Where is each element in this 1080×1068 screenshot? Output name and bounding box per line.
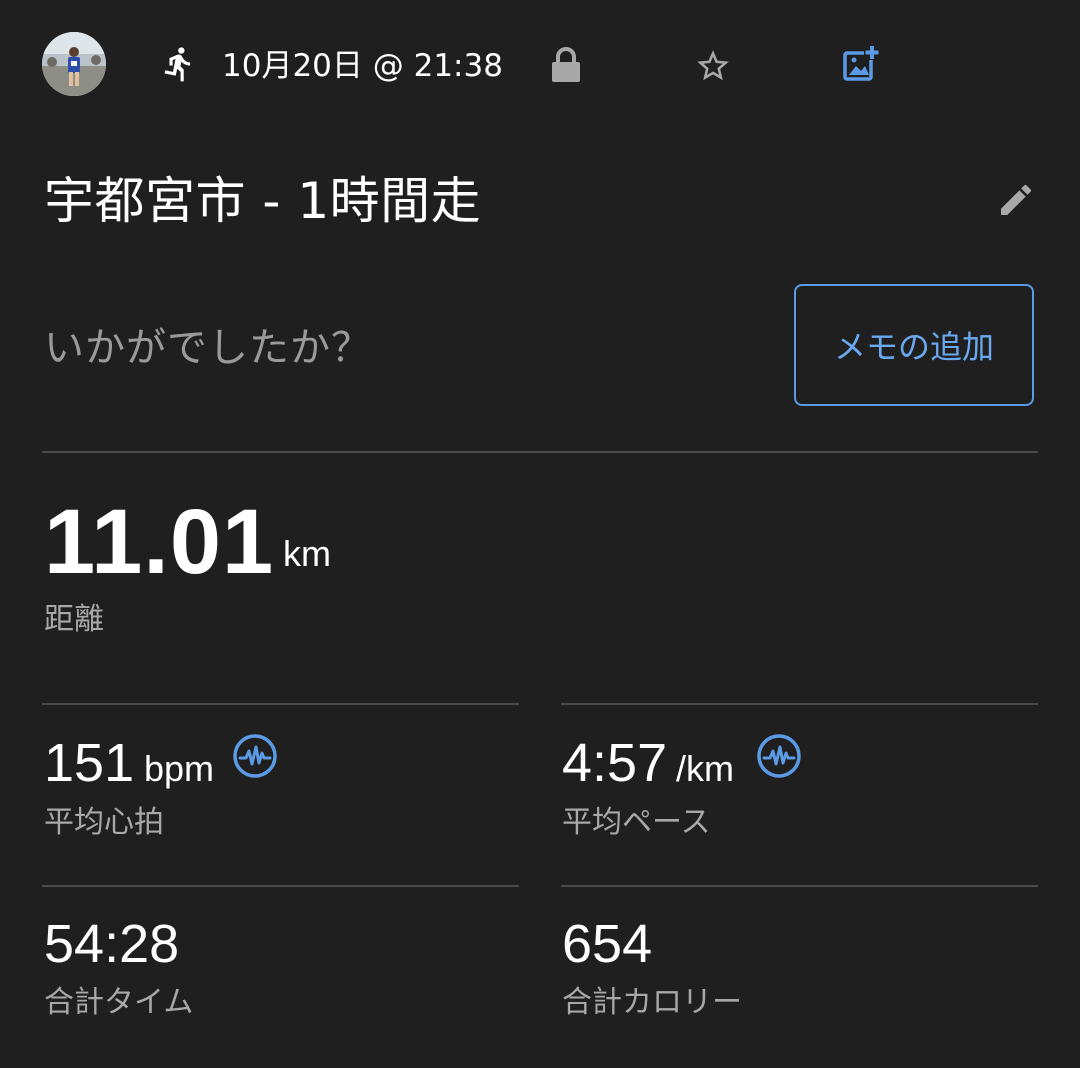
divider <box>561 885 1038 887</box>
add-memo-button[interactable]: メモの追加 <box>794 284 1034 406</box>
distance-label: 距離 <box>44 602 104 637</box>
total-calories-value: 654 <box>562 914 653 974</box>
activity-title: 宇都宮市 - 1時間走 <box>44 172 482 230</box>
profile-avatar[interactable] <box>42 32 106 96</box>
note-prompt[interactable]: いかがでしたか？ <box>44 323 372 373</box>
lock-icon[interactable] <box>550 46 582 84</box>
divider <box>42 451 1038 453</box>
avg-heart-rate-label: 平均心拍 <box>44 805 164 840</box>
add-photo-icon[interactable] <box>842 44 880 82</box>
distance-value: 11.01 <box>44 491 275 593</box>
profile-photo <box>42 32 106 96</box>
divider <box>42 885 519 887</box>
activity-pulse-icon[interactable] <box>756 733 802 779</box>
distance-unit: km <box>283 533 331 574</box>
total-calories-label: 合計カロリー <box>562 985 742 1020</box>
activity-pulse-icon[interactable] <box>232 733 278 779</box>
total-time-value: 54:28 <box>44 914 180 974</box>
running-icon <box>160 44 198 84</box>
avg-pace-value: 4:57 <box>562 733 668 793</box>
avg-heart-rate-unit: bpm <box>144 748 215 789</box>
avg-heart-rate-value: 151 <box>44 733 135 793</box>
avg-pace-label: 平均ペース <box>562 805 711 840</box>
divider <box>561 703 1038 705</box>
star-outline-icon[interactable] <box>694 47 732 85</box>
pencil-icon[interactable] <box>996 180 1036 220</box>
activity-datetime: 10月20日 @ 21:38 <box>222 48 503 84</box>
avg-pace-unit: /km <box>676 748 734 789</box>
total-time-label: 合計タイム <box>44 985 194 1020</box>
divider <box>42 703 519 705</box>
